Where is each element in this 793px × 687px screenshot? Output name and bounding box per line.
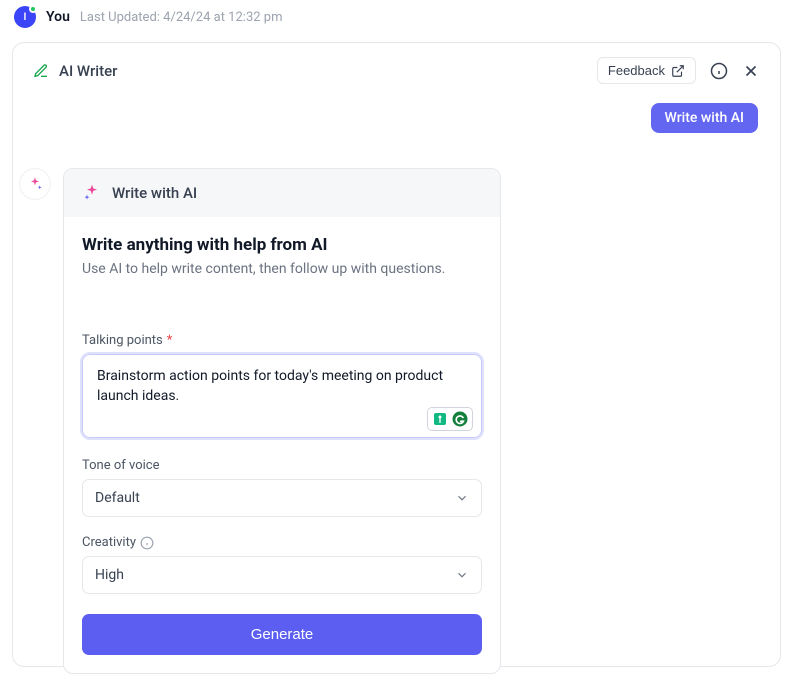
feedback-label: Feedback xyxy=(608,63,665,78)
pencil-icon xyxy=(33,63,49,79)
last-updated-text: Last Updated: 4/24/24 at 12:32 pm xyxy=(80,10,283,25)
presence-dot-icon xyxy=(29,5,37,13)
required-marker: * xyxy=(167,333,173,348)
assistant-avatar xyxy=(19,168,51,200)
text-assist-toolbar xyxy=(427,407,473,431)
external-link-icon xyxy=(671,64,685,78)
field-label-text: Talking points xyxy=(82,333,163,348)
panel-header: AI Writer Feedback xyxy=(13,43,780,98)
feedback-button[interactable]: Feedback xyxy=(597,57,696,84)
creativity-select[interactable]: High xyxy=(82,556,482,594)
author-row: I You Last Updated: 4/24/24 at 12:32 pm xyxy=(0,0,793,28)
grammarly-icon[interactable] xyxy=(451,410,469,428)
user-message-pill: Write with AI xyxy=(651,103,758,133)
write-with-ai-card: Write with AI Write anything with help f… xyxy=(63,168,501,674)
talking-points-field: Talking points * xyxy=(82,333,482,438)
panel-title: AI Writer xyxy=(59,62,117,80)
chat-body: Write with AI Write with AI Write anythi… xyxy=(13,98,780,658)
user-message-text: Write with AI xyxy=(665,110,744,126)
creativity-label: Creativity xyxy=(82,535,482,550)
creativity-value: High xyxy=(95,567,124,583)
talking-points-wrapper xyxy=(82,354,482,438)
card-header: Write with AI xyxy=(64,169,500,217)
generate-button[interactable]: Generate xyxy=(82,614,482,655)
card-heading: Write anything with help from AI xyxy=(82,235,482,255)
card-body: Write anything with help from AI Use AI … xyxy=(64,217,500,673)
panel-header-left: AI Writer xyxy=(33,62,117,80)
creativity-field: Creativity High xyxy=(82,535,482,594)
card-header-title: Write with AI xyxy=(112,184,197,202)
avatar: I xyxy=(14,6,36,28)
info-mini-icon[interactable] xyxy=(140,536,154,550)
close-icon[interactable] xyxy=(742,62,760,80)
author-name: You xyxy=(46,9,70,25)
sparkle-icon xyxy=(27,176,43,192)
panel-header-right: Feedback xyxy=(597,57,760,84)
tone-label: Tone of voice xyxy=(82,458,482,473)
tone-field: Tone of voice Default xyxy=(82,458,482,517)
card-subheading: Use AI to help write content, then follo… xyxy=(82,261,482,277)
generate-label: Generate xyxy=(251,626,314,643)
talking-points-label: Talking points * xyxy=(82,333,482,348)
sparkle-icon xyxy=(82,183,102,203)
field-label-text: Creativity xyxy=(82,535,136,550)
chevron-down-icon xyxy=(455,568,469,582)
tone-value: Default xyxy=(95,490,140,506)
writing-assist-icon[interactable] xyxy=(431,410,449,428)
talking-points-input[interactable] xyxy=(85,357,479,431)
avatar-letter: I xyxy=(24,12,27,23)
tone-select[interactable]: Default xyxy=(82,479,482,517)
ai-writer-panel: AI Writer Feedback Write with AI xyxy=(12,42,781,667)
info-icon[interactable] xyxy=(710,62,728,80)
chevron-down-icon xyxy=(455,491,469,505)
